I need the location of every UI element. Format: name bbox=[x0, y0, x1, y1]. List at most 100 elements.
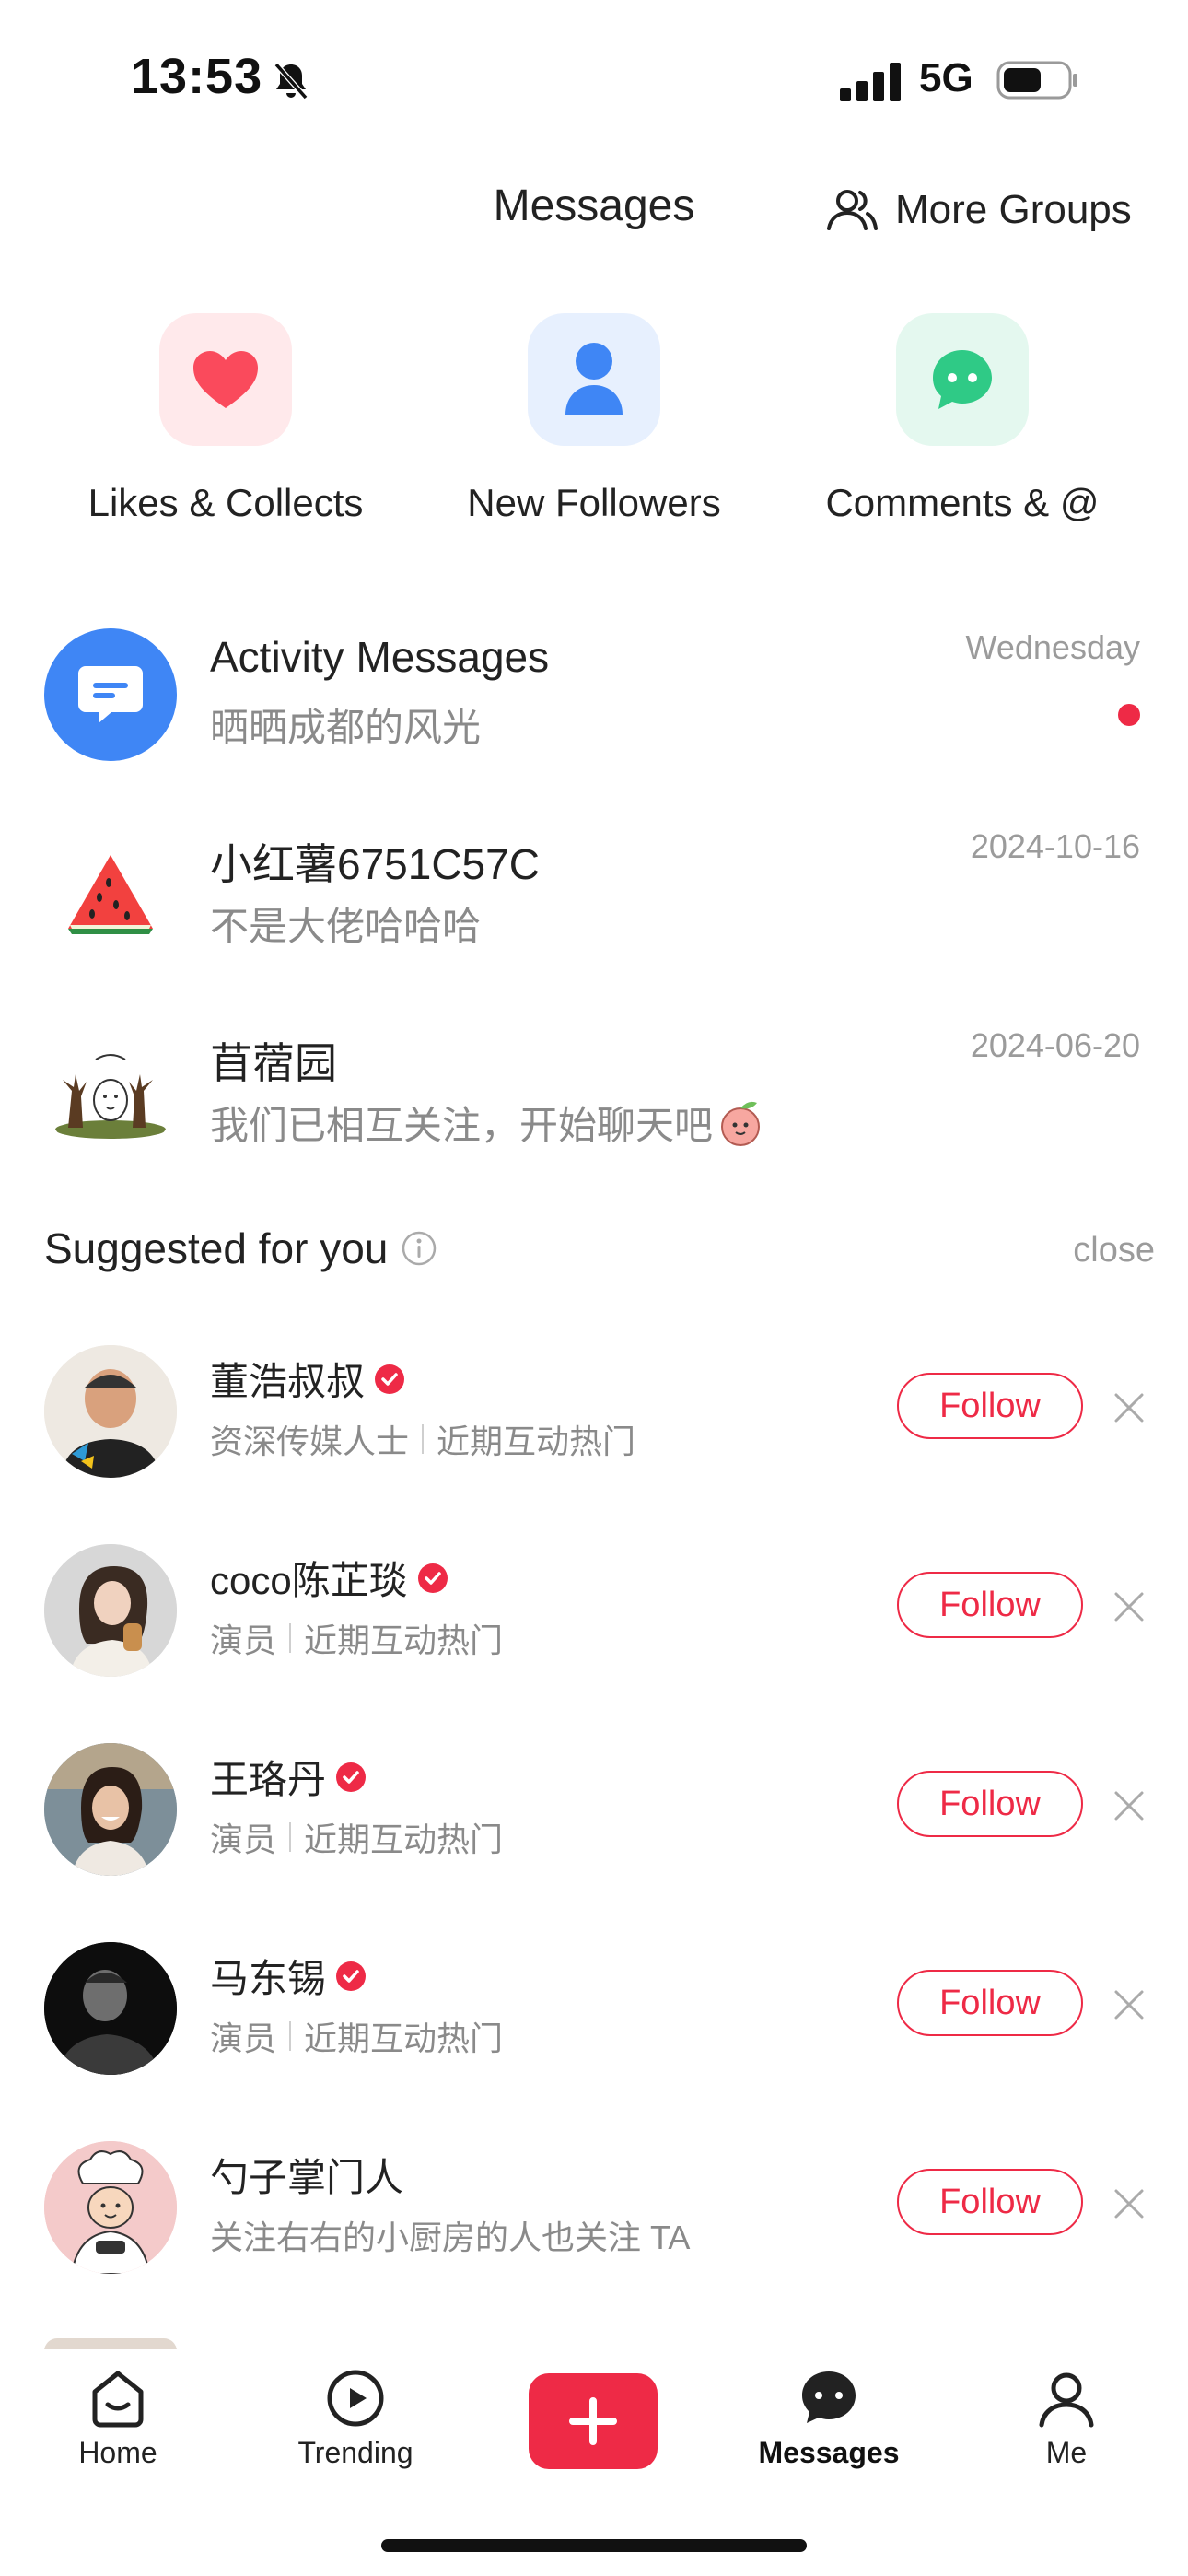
follow-button[interactable]: Follow bbox=[897, 2169, 1083, 2235]
suggestion-name: 勺子掌门人 bbox=[210, 2156, 404, 2199]
cartoon-avatar bbox=[44, 1026, 177, 1159]
avatar bbox=[44, 1942, 177, 2075]
heart-icon bbox=[193, 351, 258, 408]
divider bbox=[289, 1623, 292, 1653]
dismiss-icon[interactable] bbox=[1111, 2185, 1147, 2222]
watermelon-avatar bbox=[44, 827, 177, 960]
verified-badge-icon bbox=[336, 1961, 367, 1991]
conversation-preview: 我们已相互关注，开始聊天吧 bbox=[210, 1104, 714, 1147]
chat-bubble-icon bbox=[933, 350, 992, 409]
new-followers-entry[interactable]: New Followers bbox=[410, 313, 778, 525]
conversation-item[interactable]: 苜蓿园 我们已相互关注，开始聊天吧 2024-06-20 bbox=[0, 1008, 1188, 1192]
bell-muted-icon bbox=[274, 63, 309, 100]
conversation-title: Activity Messages bbox=[210, 633, 550, 681]
dismiss-icon[interactable] bbox=[1111, 1389, 1147, 1426]
suggestion-name-row: 董浩叔叔 bbox=[210, 1351, 405, 1407]
suggestion-row[interactable]: 董浩叔叔 资深传媒人士 近期互动热门 Follow bbox=[0, 1327, 1188, 1511]
verified-badge-icon bbox=[375, 1364, 405, 1394]
suggestion-description: 资深传媒人士 近期互动热门 bbox=[210, 1415, 635, 1463]
tab-home[interactable]: Home bbox=[26, 2366, 210, 2470]
suggestion-row[interactable]: coco陈芷琰 演员 近期互动热门 Follow bbox=[0, 1526, 1188, 1710]
suggestion-tag: 演员 bbox=[210, 1821, 277, 1858]
likes-collects-entry[interactable]: Likes & Collects bbox=[41, 313, 410, 525]
dismiss-icon[interactable] bbox=[1111, 1986, 1147, 2023]
follow-button[interactable]: Follow bbox=[897, 1572, 1083, 1638]
suggestion-row[interactable]: 王珞丹 演员 近期互动热门 Follow bbox=[0, 1725, 1188, 1909]
suggestion-tag: 资深传媒人士 bbox=[210, 1423, 410, 1460]
suggestion-row[interactable]: 勺子掌门人 关注右右的小厨房的人也关注 TA Follow bbox=[0, 2123, 1188, 2307]
verified-badge-icon bbox=[417, 1563, 448, 1593]
network-type: 5G bbox=[919, 55, 973, 100]
divider bbox=[289, 2021, 292, 2051]
comments-mentions-entry[interactable]: Comments & @ bbox=[778, 313, 1147, 525]
conversation-date: 2024-10-16 bbox=[970, 827, 1140, 865]
follow-button[interactable]: Follow bbox=[897, 1373, 1083, 1439]
conversation-date: Wednesday bbox=[965, 628, 1140, 666]
suggestion-description: 演员 近期互动热门 bbox=[210, 2012, 503, 2060]
home-indicator bbox=[381, 2539, 807, 2552]
avatar bbox=[44, 2141, 177, 2274]
suggestion-tag: 演员 bbox=[210, 2020, 277, 2057]
suggestion-row[interactable]: 马东锡 演员 近期互动热门 Follow bbox=[0, 1924, 1188, 2108]
suggestion-description: 演员 近期互动热门 bbox=[210, 1813, 503, 1861]
follow-button[interactable]: Follow bbox=[897, 1970, 1083, 2036]
home-icon bbox=[92, 2371, 144, 2428]
follow-button[interactable]: Follow bbox=[897, 1771, 1083, 1837]
tab-messages-label: Messages bbox=[758, 2436, 900, 2469]
avatar bbox=[44, 1743, 177, 1876]
conversation-item[interactable]: Activity Messages 晒晒成都的风光 Wednesday bbox=[0, 610, 1188, 794]
conversation-preview-row: 我们已相互关注，开始聊天吧 bbox=[210, 1095, 766, 1151]
activity-icon bbox=[78, 666, 143, 723]
suggestion-name-row: 勺子掌门人 bbox=[210, 2147, 403, 2203]
publish-button[interactable] bbox=[529, 2373, 658, 2469]
conversation-item[interactable]: 小红薯6751C57C 不是大佬哈哈哈 2024-10-16 bbox=[0, 809, 1188, 993]
watermelon-icon bbox=[68, 855, 153, 934]
avatar bbox=[44, 1544, 177, 1677]
tab-bar: Home Trending Messages Me bbox=[0, 2349, 1188, 2488]
divider bbox=[422, 1424, 425, 1454]
suggestion-tag: 演员 bbox=[210, 1622, 277, 1659]
suggestion-name-row: 马东锡 bbox=[210, 1948, 367, 2004]
suggestion-tag: 关注右右的小厨房的人也关注 TA bbox=[210, 2219, 691, 2256]
verified-badge-icon bbox=[336, 1762, 367, 1792]
messages-icon bbox=[802, 2371, 856, 2423]
suggestion-name: coco陈芷琰 bbox=[210, 1559, 408, 1602]
info-icon[interactable] bbox=[401, 1230, 437, 1267]
status-time: 13:53 bbox=[131, 49, 263, 104]
tab-messages[interactable]: Messages bbox=[737, 2366, 921, 2470]
suggested-header: Suggested for you bbox=[44, 1224, 437, 1273]
suggested-title: Suggested for you bbox=[44, 1224, 389, 1272]
more-groups-button[interactable]: More Groups bbox=[825, 181, 1132, 240]
suggestion-reason: 近期互动热门 bbox=[304, 1622, 504, 1659]
play-circle-icon bbox=[327, 2370, 384, 2427]
tab-trending[interactable]: Trending bbox=[263, 2366, 448, 2470]
close-suggestions-button[interactable]: close bbox=[1073, 1231, 1155, 1270]
conversation-title: 苜蓿园 bbox=[210, 1039, 337, 1087]
suggestion-name: 董浩叔叔 bbox=[210, 1360, 366, 1403]
dismiss-icon[interactable] bbox=[1111, 1787, 1147, 1824]
group-icon bbox=[827, 190, 878, 230]
person-photo-image bbox=[44, 1942, 177, 2075]
cartoon-scene-image bbox=[55, 1054, 166, 1139]
suggestion-name: 王珞丹 bbox=[210, 1758, 327, 1801]
conversation-preview: 晒晒成都的风光 bbox=[210, 706, 482, 749]
comments-tile bbox=[896, 313, 1029, 446]
suggestion-description: 关注右右的小厨房的人也关注 TA bbox=[210, 2211, 690, 2259]
conversation-preview: 不是大佬哈哈哈 bbox=[210, 905, 482, 948]
chef-cartoon-image bbox=[44, 2141, 177, 2274]
conversation-title: 小红薯6751C57C bbox=[210, 840, 540, 888]
activity-avatar bbox=[44, 628, 177, 761]
new-followers-label: New Followers bbox=[467, 481, 721, 524]
more-groups-label: More Groups bbox=[895, 187, 1132, 232]
likes-tile bbox=[159, 313, 292, 446]
dismiss-icon[interactable] bbox=[1111, 1588, 1147, 1625]
battery-icon bbox=[996, 61, 1077, 100]
likes-collects-label: Likes & Collects bbox=[87, 481, 364, 524]
suggestion-name: 马东锡 bbox=[210, 1957, 327, 2000]
suggestion-reason: 近期互动热门 bbox=[437, 1423, 636, 1460]
tab-home-label: Home bbox=[78, 2436, 157, 2469]
tab-me[interactable]: Me bbox=[974, 2366, 1159, 2470]
followers-tile bbox=[528, 313, 660, 446]
person-icon bbox=[565, 343, 623, 415]
tab-me-label: Me bbox=[1045, 2436, 1088, 2469]
